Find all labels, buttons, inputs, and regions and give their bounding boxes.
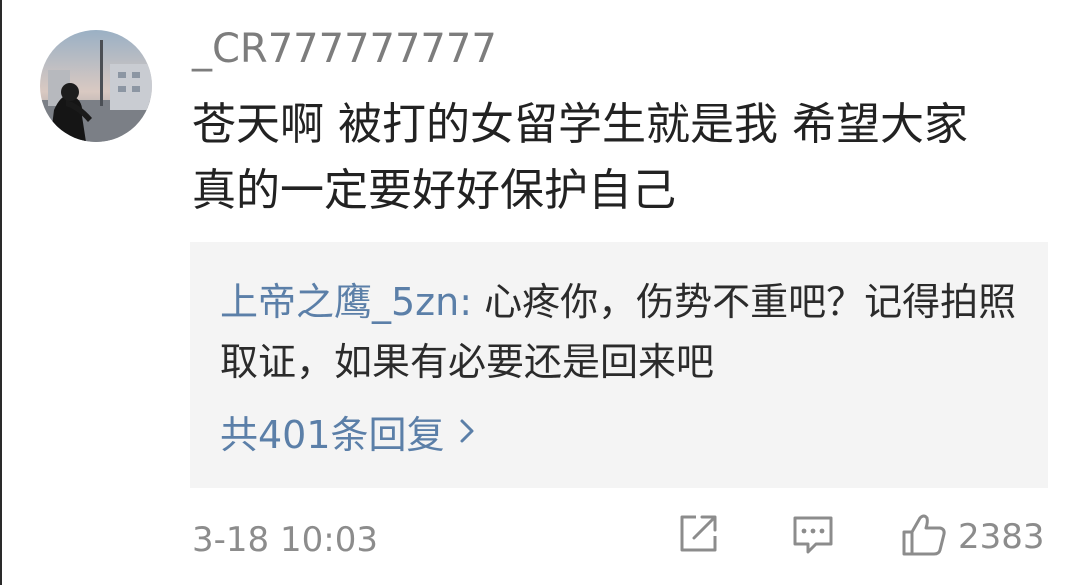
avatar[interactable] [40,30,152,142]
avatar-photo [40,30,152,142]
chevron-right-icon [459,410,475,454]
username[interactable]: _CR777777777 [192,26,497,72]
comment-text: 苍天啊 被打的女留学生就是我 希望大家 真的一定要好好保护自己 [192,99,968,216]
timestamp: 3-18 10:03 [192,520,378,560]
like-button[interactable]: 2383 [900,512,1045,562]
comment-card: _CR777777777 苍天啊 被打的女留学生就是我 希望大家 真的一定要好好… [0,0,1080,585]
share-icon [676,512,720,560]
reply-author[interactable]: 上帝之鹰_5zn: [220,280,472,324]
reply-content: 上帝之鹰_5zn: 心疼你，伤势不重吧？记得拍照取证，如果有必要还是回来吧 [220,272,1020,392]
comment-icon [790,512,836,562]
share-button[interactable] [676,512,720,560]
view-all-replies-link[interactable]: 共401条回复 [220,404,475,459]
like-count: 2383 [958,517,1045,557]
thumbs-up-icon [900,512,948,562]
reply-box[interactable]: 上帝之鹰_5zn: 心疼你，伤势不重吧？记得拍照取证，如果有必要还是回来吧 共4… [190,242,1048,488]
view-all-replies-label: 共401条回复 [220,413,445,457]
comment-button[interactable] [790,512,836,562]
